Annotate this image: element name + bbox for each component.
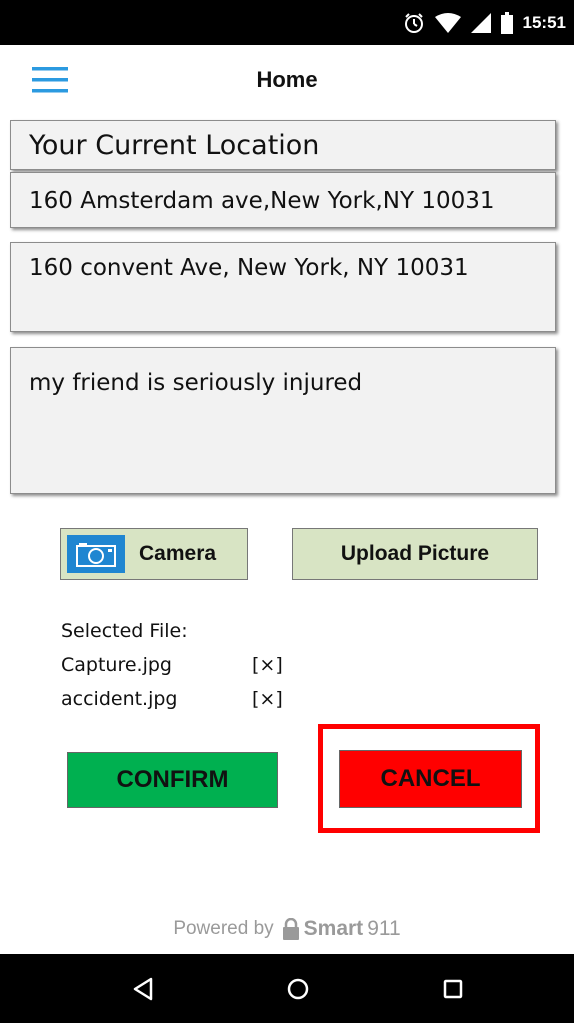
remove-file-button[interactable]: [×] bbox=[252, 648, 283, 682]
incident-description-input[interactable]: my friend is seriously injured bbox=[10, 347, 556, 494]
file-name: Capture.jpg bbox=[61, 654, 172, 676]
file-item: accident.jpg [×] bbox=[61, 682, 361, 716]
status-time: 15:51 bbox=[522, 13, 566, 32]
page-title: Home bbox=[256, 67, 318, 92]
brand-name-number: 911 bbox=[367, 917, 401, 940]
selected-file-label: Selected File: bbox=[61, 620, 188, 642]
app-bar: Home bbox=[0, 45, 574, 115]
camera-button[interactable]: Camera bbox=[60, 528, 248, 580]
powered-by-text: Powered by bbox=[173, 918, 274, 939]
remove-file-button[interactable]: [×] bbox=[252, 682, 283, 716]
back-icon[interactable] bbox=[103, 954, 183, 1023]
battery-icon bbox=[500, 12, 513, 34]
camera-icon bbox=[67, 535, 125, 573]
signal-icon bbox=[470, 13, 491, 33]
file-item: Capture.jpg [×] bbox=[61, 648, 361, 682]
upload-picture-button[interactable]: Upload Picture bbox=[292, 528, 538, 580]
brand-name-bold: Smart bbox=[303, 917, 364, 940]
status-bar: 15:51 bbox=[0, 0, 574, 45]
smart911-logo: Smart 911 bbox=[282, 917, 401, 941]
camera-button-label: Camera bbox=[139, 542, 217, 565]
home-icon[interactable] bbox=[258, 954, 338, 1023]
wifi-icon bbox=[434, 13, 461, 33]
status-icons: 15:51 bbox=[403, 10, 566, 36]
current-location-field[interactable]: 160 Amsterdam ave,New York,NY 10031 bbox=[10, 172, 556, 228]
lock-icon bbox=[282, 918, 299, 940]
current-location-label: Your Current Location bbox=[10, 120, 556, 170]
system-nav-bar bbox=[0, 954, 574, 1023]
alarm-icon bbox=[404, 13, 423, 33]
powered-by-footer: Powered by Smart 911 bbox=[0, 917, 574, 941]
recent-apps-icon[interactable] bbox=[413, 954, 493, 1023]
confirm-button[interactable]: CONFIRM bbox=[67, 752, 278, 808]
cancel-button[interactable]: CANCEL bbox=[339, 750, 522, 808]
destination-address-input[interactable]: 160 convent Ave, New York, NY 10031 bbox=[10, 242, 556, 332]
selected-files: Selected File: Capture.jpg [×] accident.… bbox=[61, 614, 361, 716]
file-name: accident.jpg bbox=[61, 688, 178, 710]
